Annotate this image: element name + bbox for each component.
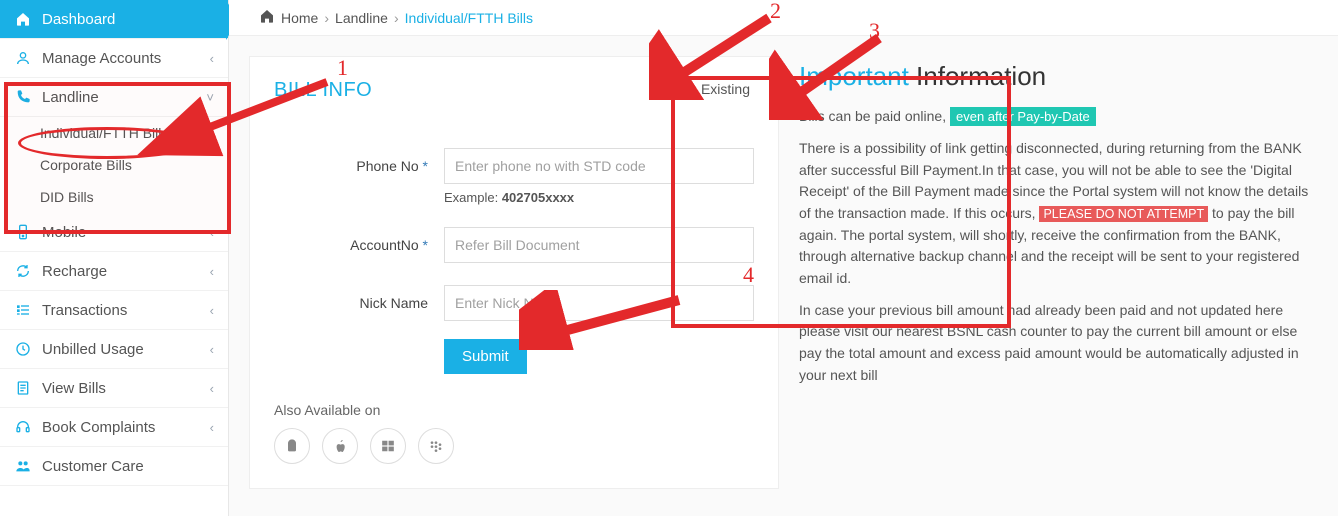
phone-no-input[interactable] (444, 148, 754, 184)
sidebar-item-label: Manage Accounts (42, 50, 161, 67)
sidebar-item-label: Mobile (42, 224, 86, 241)
headset-icon (14, 418, 32, 436)
nick-name-input[interactable] (444, 285, 754, 321)
mobile-icon (14, 223, 32, 241)
sidebar-item-label: Landline (42, 89, 99, 106)
sidebar-item-dashboard[interactable]: Dashboard (0, 0, 228, 39)
sidebar-item-manage-accounts[interactable]: Manage Accounts ‹ (0, 39, 228, 78)
sidebar-subitem-did-bills[interactable]: DID Bills (40, 181, 228, 213)
users-icon (14, 457, 32, 475)
home-icon (259, 8, 275, 27)
breadcrumb-current: Individual/FTTH Bills (405, 10, 533, 26)
user-icon (14, 49, 32, 67)
sidebar-item-unbilled-usage[interactable]: Unbilled Usage ‹ (0, 330, 228, 369)
refresh-icon (14, 262, 32, 280)
windows-icon[interactable] (370, 428, 406, 464)
sidebar-item-mobile[interactable]: Mobile ‹ (0, 213, 228, 252)
sidebar-item-view-bills[interactable]: View Bills ‹ (0, 369, 228, 408)
sidebar-subitem-corporate-bills[interactable]: Corporate Bills (40, 149, 228, 181)
chevron-left-icon: ‹ (210, 420, 214, 435)
phone-icon (14, 88, 32, 106)
important-information: Important Information Bills can be paid … (799, 56, 1318, 387)
apple-icon[interactable] (322, 428, 358, 464)
list-icon (14, 301, 32, 319)
chevron-left-icon: ‹ (210, 381, 214, 396)
chevron-left-icon: ‹ (210, 303, 214, 318)
main-area: Home › Landline › Individual/FTTH Bills … (229, 0, 1338, 516)
sidebar-landline-submenu: Individual/FTTH Bills Corporate Bills DI… (0, 117, 228, 213)
label-phone-no: Phone No * (274, 158, 444, 174)
sidebar-subitem-individual-ftth[interactable]: Individual/FTTH Bills (40, 117, 228, 149)
sidebar-item-label: Customer Care (42, 458, 144, 475)
sidebar-nav: Dashboard Manage Accounts ‹ Landline ˅ I… (0, 0, 229, 516)
bill-info-panel: BILL INFO New Existing Phone No * Exampl… (249, 56, 779, 489)
breadcrumb-landline[interactable]: Landline (335, 10, 388, 26)
clock-icon (14, 340, 32, 358)
badge-pay-by-date: even after Pay-by-Date (950, 107, 1096, 126)
document-icon (14, 379, 32, 397)
sidebar-item-label: Book Complaints (42, 419, 155, 436)
sidebar-item-landline[interactable]: Landline ˅ (0, 78, 228, 117)
sidebar-item-label: Transactions (42, 302, 127, 319)
panel-tabs: New Existing (653, 81, 750, 97)
breadcrumb: Home › Landline › Individual/FTTH Bills (229, 0, 1338, 36)
breadcrumb-home[interactable]: Home (281, 10, 318, 26)
also-available-label: Also Available on (274, 402, 754, 418)
info-heading: Important Information (799, 56, 1312, 96)
sidebar-item-label: Unbilled Usage (42, 341, 144, 358)
tab-existing[interactable]: Existing (701, 81, 750, 97)
info-line-1: Bills can be paid online, even after Pay… (799, 106, 1312, 128)
info-paragraph-3: In case your previous bill amount had al… (799, 300, 1312, 387)
sidebar-item-book-complaints[interactable]: Book Complaints ‹ (0, 408, 228, 447)
app-icons-row (274, 428, 754, 464)
sidebar-item-label: Recharge (42, 263, 107, 280)
chevron-left-icon: ‹ (210, 225, 214, 240)
phone-example: Example: 402705xxxx (444, 190, 754, 205)
sidebar-item-label: Dashboard (42, 11, 115, 28)
chevron-left-icon: ‹ (210, 264, 214, 279)
submit-button[interactable]: Submit (444, 339, 527, 374)
tab-new[interactable]: New (653, 81, 681, 97)
sidebar-item-label: View Bills (42, 380, 106, 397)
chevron-down-icon: ˅ (206, 90, 214, 105)
label-nick-name: Nick Name (274, 295, 444, 311)
sidebar-item-customer-care[interactable]: Customer Care (0, 447, 228, 486)
sidebar-item-recharge[interactable]: Recharge ‹ (0, 252, 228, 291)
android-icon[interactable] (274, 428, 310, 464)
blackberry-icon[interactable] (418, 428, 454, 464)
chevron-left-icon: ‹ (210, 342, 214, 357)
label-account-no: AccountNo * (274, 237, 444, 253)
info-paragraph-2: There is a possibility of link getting d… (799, 138, 1312, 290)
chevron-left-icon: ‹ (210, 51, 214, 66)
account-no-input[interactable] (444, 227, 754, 263)
home-icon (14, 10, 32, 28)
breadcrumb-separator: › (324, 10, 329, 26)
sidebar-item-transactions[interactable]: Transactions ‹ (0, 291, 228, 330)
badge-do-not-attempt: PLEASE DO NOT ATTEMPT (1039, 206, 1208, 222)
breadcrumb-separator: › (394, 10, 399, 26)
